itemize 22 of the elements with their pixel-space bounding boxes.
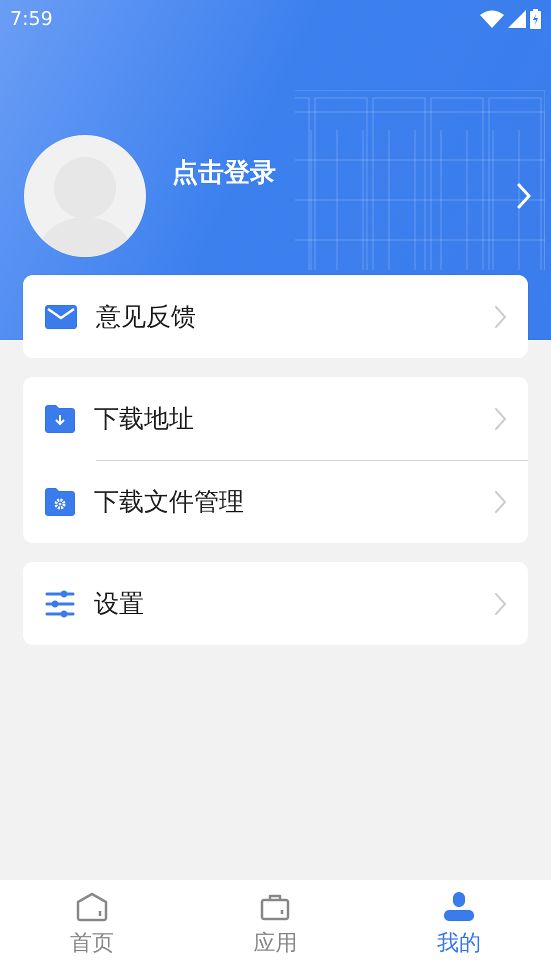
- signal-icon: [508, 10, 526, 28]
- folder-gear-icon: [45, 488, 75, 516]
- chevron-right-icon: [494, 592, 506, 616]
- nav-tab[interactable]: 我的: [367, 880, 551, 979]
- battery-icon: [530, 9, 541, 29]
- folder-download-icon: [45, 404, 75, 432]
- menu-item[interactable]: 下载地址: [23, 377, 528, 460]
- chevron-right-icon: [494, 490, 506, 514]
- login-link[interactable]: 点击登录: [172, 155, 276, 190]
- mail-icon: [45, 304, 77, 328]
- person-icon: [443, 892, 476, 922]
- chevron-right-icon: [494, 304, 506, 328]
- briefcase-icon: [259, 892, 292, 922]
- chevron-right-icon[interactable]: [517, 183, 531, 209]
- sliders-icon: [45, 590, 75, 618]
- chevron-right-icon: [494, 406, 506, 430]
- menu-item[interactable]: 设置: [23, 562, 528, 645]
- house-icon: [76, 892, 108, 922]
- status-time: 7:59: [10, 8, 53, 30]
- menu-item[interactable]: 下载文件管理: [23, 460, 528, 543]
- menu-item[interactable]: 意见反馈: [23, 275, 528, 358]
- wifi-icon: [480, 10, 504, 28]
